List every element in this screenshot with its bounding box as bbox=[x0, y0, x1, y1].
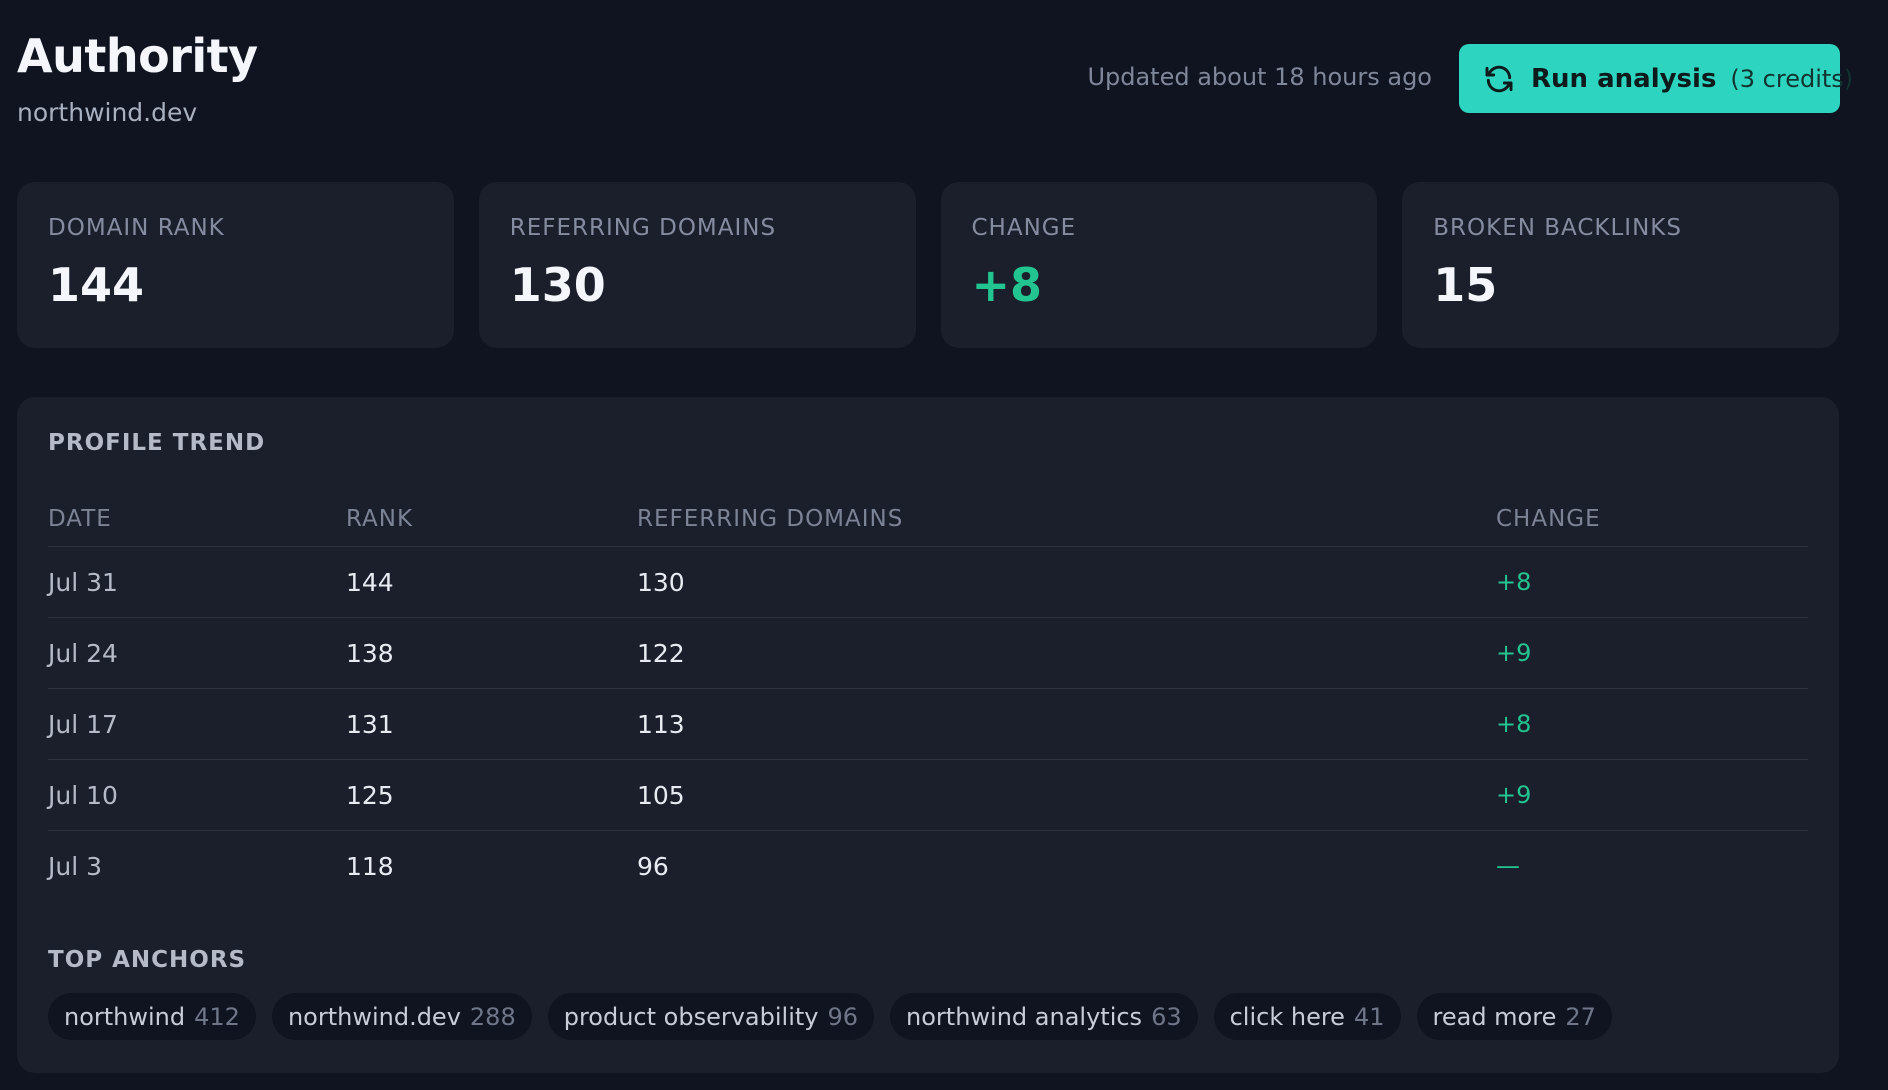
run-analysis-credits: (3 credits) bbox=[1730, 64, 1854, 93]
domain-name: northwind.dev bbox=[17, 98, 198, 127]
anchor-count: 41 bbox=[1353, 1002, 1385, 1031]
stat-card-broken-backlinks: BROKEN BACKLINKS 15 bbox=[1402, 182, 1839, 348]
stat-value: +8 bbox=[971, 258, 1043, 312]
cell-rank: 138 bbox=[346, 638, 394, 668]
stat-card-change: CHANGE +8 bbox=[940, 182, 1378, 348]
cell-referring-domains: 122 bbox=[637, 638, 685, 668]
cell-date: Jul 24 bbox=[48, 638, 118, 668]
column-header-rank: RANK bbox=[346, 505, 414, 532]
cell-rank: 144 bbox=[346, 567, 394, 597]
anchor-chip[interactable]: northwind.dev 288 bbox=[271, 993, 532, 1040]
anchor-chip-list: northwind 412 northwind.dev 288 product … bbox=[48, 993, 1612, 1040]
anchor-chip[interactable]: click here 41 bbox=[1213, 993, 1401, 1040]
anchor-chip[interactable]: northwind analytics 63 bbox=[890, 993, 1198, 1040]
cell-rank: 131 bbox=[346, 709, 394, 739]
cell-date: Jul 31 bbox=[48, 567, 118, 597]
cell-rank: 118 bbox=[346, 851, 394, 881]
anchor-chip[interactable]: read more 27 bbox=[1416, 993, 1612, 1040]
stat-label: DOMAIN RANK bbox=[48, 215, 225, 241]
profile-trend-title: PROFILE TREND bbox=[48, 430, 266, 456]
refresh-icon bbox=[1483, 63, 1515, 95]
column-header-referring-domains: REFERRING DOMAINS bbox=[637, 505, 904, 532]
stat-value: 15 bbox=[1433, 258, 1498, 312]
run-analysis-label: Run analysis bbox=[1531, 63, 1717, 94]
profile-panel: PROFILE TREND DATE RANK REFERRING DOMAIN… bbox=[17, 397, 1839, 1073]
table-row: Jul 3 118 96 — bbox=[48, 831, 1808, 901]
column-header-change: CHANGE bbox=[1496, 505, 1601, 532]
trend-table: DATE RANK REFERRING DOMAINS CHANGE Jul 3… bbox=[48, 491, 1808, 901]
cell-date: Jul 17 bbox=[48, 709, 118, 739]
authority-page: Authority northwind.dev Updated about 18… bbox=[0, 0, 1888, 1090]
stat-label: REFERRING DOMAINS bbox=[509, 215, 777, 241]
cell-referring-domains: 96 bbox=[637, 851, 669, 881]
anchor-count: 412 bbox=[194, 1002, 240, 1031]
anchor-count: 288 bbox=[469, 1002, 516, 1031]
updated-timestamp: Updated about 18 hours ago bbox=[1087, 63, 1432, 91]
anchor-text: click here bbox=[1229, 1002, 1345, 1031]
anchor-chip[interactable]: product observability 96 bbox=[547, 993, 875, 1040]
cell-change: +9 bbox=[1496, 781, 1532, 809]
run-analysis-button[interactable]: Run analysis (3 credits) bbox=[1459, 44, 1853, 113]
top-anchors-title: TOP ANCHORS bbox=[48, 947, 247, 973]
cell-change: — bbox=[1496, 852, 1520, 880]
anchor-count: 63 bbox=[1151, 1002, 1182, 1031]
page-title: Authority bbox=[17, 29, 258, 83]
anchor-text: read more bbox=[1432, 1002, 1557, 1031]
table-row: Jul 10 125 105 +9 bbox=[48, 760, 1808, 831]
cell-referring-domains: 105 bbox=[637, 780, 685, 810]
stat-card-domain-rank: DOMAIN RANK 144 bbox=[17, 182, 454, 348]
anchor-count: 96 bbox=[827, 1002, 859, 1031]
cell-referring-domains: 130 bbox=[637, 567, 685, 597]
table-row: Jul 17 131 113 +8 bbox=[48, 689, 1808, 760]
page-header: Authority northwind.dev Updated about 18… bbox=[17, 28, 1853, 138]
cell-change: +9 bbox=[1496, 639, 1532, 667]
stat-label: CHANGE bbox=[971, 215, 1077, 241]
cell-rank: 125 bbox=[346, 780, 394, 810]
table-row: Jul 31 144 130 +8 bbox=[48, 547, 1808, 618]
column-header-date: DATE bbox=[48, 505, 112, 532]
table-row: Jul 24 138 122 +9 bbox=[48, 618, 1808, 689]
cell-date: Jul 10 bbox=[48, 780, 118, 810]
anchor-text: northwind.dev bbox=[287, 1002, 461, 1031]
anchor-text: northwind analytics bbox=[906, 1002, 1143, 1031]
stat-card-referring-domains: REFERRING DOMAINS 130 bbox=[478, 182, 916, 348]
anchor-text: product observability bbox=[563, 1002, 819, 1031]
cell-referring-domains: 113 bbox=[637, 709, 685, 739]
stat-label: BROKEN BACKLINKS bbox=[1433, 215, 1682, 241]
stat-value: 130 bbox=[509, 258, 606, 312]
stat-cards: DOMAIN RANK 144 REFERRING DOMAINS 130 CH… bbox=[17, 182, 1839, 348]
cell-change: +8 bbox=[1496, 710, 1532, 738]
anchor-chip[interactable]: northwind 412 bbox=[48, 993, 256, 1040]
cell-date: Jul 3 bbox=[48, 851, 103, 881]
table-header: DATE RANK REFERRING DOMAINS CHANGE bbox=[48, 491, 1808, 547]
stat-value: 144 bbox=[48, 258, 145, 312]
cell-change: +8 bbox=[1496, 568, 1532, 596]
anchor-text: northwind bbox=[64, 1002, 186, 1031]
anchor-count: 27 bbox=[1565, 1002, 1596, 1031]
